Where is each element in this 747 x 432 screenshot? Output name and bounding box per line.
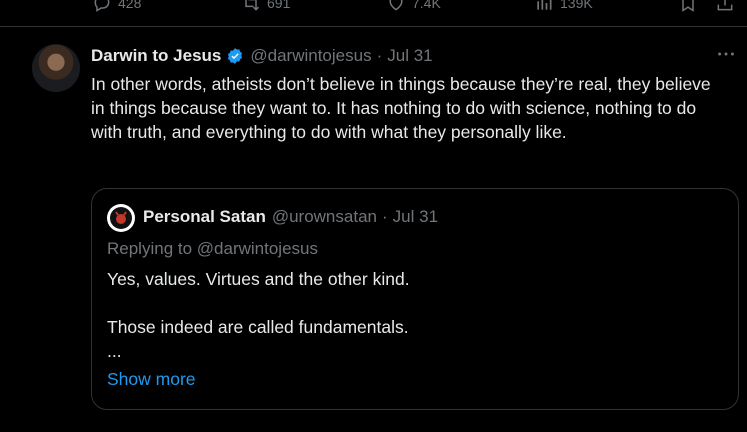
author-handle[interactable]: @darwintojesus <box>250 45 371 67</box>
replying-to-line: Replying to @darwintojesus <box>107 239 318 258</box>
previous-tweet-actions: 428 691 7.4K 139K <box>0 0 747 27</box>
more-options-icon[interactable] <box>715 43 737 65</box>
repost-icon <box>245 0 260 11</box>
like-action[interactable]: 7.4K <box>386 0 441 13</box>
quoted-author-avatar[interactable] <box>107 204 135 232</box>
author-avatar[interactable] <box>32 44 80 92</box>
verified-badge-icon <box>228 48 243 64</box>
reply-action[interactable]: 428 <box>92 0 141 13</box>
quoted-author-name[interactable]: Personal Satan <box>143 205 266 229</box>
bookmark-icon <box>682 0 694 12</box>
devil-icon <box>110 207 132 229</box>
quoted-separator-dot: · <box>381 207 388 226</box>
quoted-tweet-text: Yes, values. Virtues and the other kind.… <box>107 269 410 361</box>
heart-icon <box>389 0 403 11</box>
tweet-text: In other words, atheists don’t believe i… <box>91 74 711 142</box>
show-more-link[interactable]: Show more <box>107 369 196 390</box>
author-name[interactable]: Darwin to Jesus <box>91 45 221 67</box>
reply-count: 428 <box>118 0 142 11</box>
repost-action[interactable]: 691 <box>241 0 290 13</box>
quoted-author-handle[interactable]: @urownsatan <box>272 205 377 229</box>
separator-dot: · <box>376 46 383 65</box>
quoted-tweet-header: Personal Satan @urownsatan · Jul 31 <box>143 205 438 229</box>
share-button[interactable] <box>715 0 735 18</box>
views-action[interactable]: 139K <box>534 0 593 13</box>
repost-count: 691 <box>267 0 291 11</box>
views-count: 139K <box>560 0 593 11</box>
like-count: 7.4K <box>412 0 441 11</box>
tweet-header: Darwin to Jesus @darwintojesus · Jul 31 <box>91 45 433 67</box>
quoted-tweet-date[interactable]: Jul 31 <box>393 205 438 229</box>
views-icon <box>537 0 552 10</box>
tweet-date[interactable]: Jul 31 <box>387 45 432 67</box>
quoted-tweet[interactable]: Personal Satan @urownsatan · Jul 31 Repl… <box>91 188 739 410</box>
share-icon <box>717 0 733 11</box>
bookmark-button[interactable] <box>678 0 698 18</box>
reply-icon <box>94 0 110 12</box>
